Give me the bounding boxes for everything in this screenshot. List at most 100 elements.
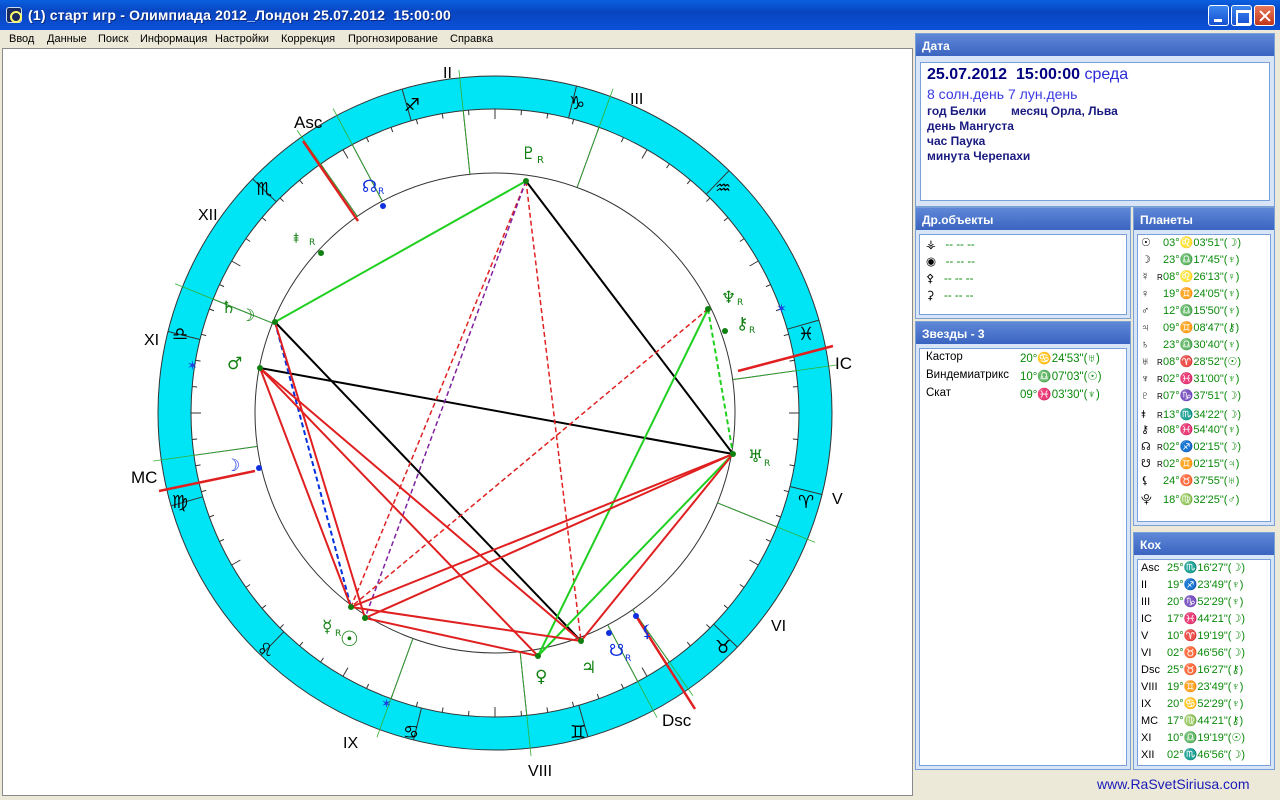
house-row: II 19°♐23'49"(♆) xyxy=(1141,578,1243,591)
house-row: III 20°♑52'29"(♆) xyxy=(1141,595,1243,608)
north-node-glyph: ☊ xyxy=(362,177,377,197)
house-position: 10°♈19'19"(☽) xyxy=(1167,630,1245,642)
planet-row: ⚷ R08°♓54'40"(♆) xyxy=(1141,423,1239,436)
house-row: Dsc 25°♉16'27"(⚷) xyxy=(1141,663,1243,676)
planet-dot xyxy=(535,653,541,659)
menu-correction[interactable]: Коррекция xyxy=(281,33,335,45)
retro-mark: R xyxy=(309,238,315,248)
sign-scorpio: ♏ xyxy=(256,179,272,200)
house-label: IC xyxy=(1141,613,1152,625)
maximize-button[interactable] xyxy=(1231,5,1252,26)
sign-gemini: ♊ xyxy=(570,722,586,743)
stars-header: Звезды - 3 xyxy=(916,322,1130,344)
sign-leo: ♌ xyxy=(257,640,273,661)
planet-symbol: ☊ xyxy=(1141,441,1151,453)
planet-dot xyxy=(523,178,529,184)
planet-position: 23°♎17'45"(♆) xyxy=(1163,254,1240,266)
planet-position: 07°♑37'51"(☽) xyxy=(1163,390,1241,402)
planet-row: ⯓ 18°♍32'25"(♂) xyxy=(1141,491,1239,510)
natal-chart-wheel[interactable]: Asc Dsc MC IC II III V VI VIII IX XI XII… xyxy=(3,49,914,797)
asc-label: Asc xyxy=(294,113,323,132)
planet-position: 09°♊08'47"(⚷) xyxy=(1163,322,1240,334)
inner-circle xyxy=(254,172,736,654)
planet-dot xyxy=(578,638,584,644)
house-label-v: V xyxy=(832,491,843,508)
planet-row: ☋ R02°♊02'15"(♃) xyxy=(1141,457,1239,470)
menu-settings[interactable]: Настройки xyxy=(215,33,269,45)
planet-position: 08°♌26'13"(♀) xyxy=(1163,271,1240,283)
planet-symbol: ⯓ xyxy=(1141,494,1152,506)
house-row: Asc 25°♏16'27"(☽) xyxy=(1141,561,1245,574)
house-label-iii: III xyxy=(630,91,643,108)
planet-position: 02°♐02'15"(☽) xyxy=(1163,441,1241,453)
node-dot xyxy=(256,465,262,471)
sign-aries: ♈ xyxy=(798,492,814,513)
houses-list: Asc 25°♏16'27"(☽) II 19°♐23'49"(♆) III 20°♑52… xyxy=(1137,559,1271,766)
menu-search[interactable]: Поиск xyxy=(98,33,128,45)
node-dot xyxy=(606,630,612,636)
minimize-button[interactable] xyxy=(1208,5,1229,26)
star-icon: ✶ xyxy=(381,697,392,712)
planet-dot xyxy=(705,306,711,312)
house-label-ix: IX xyxy=(343,735,358,752)
star-row: Кастор xyxy=(926,351,963,363)
planet-symbol: ♅ xyxy=(1141,356,1150,368)
house-label: Asc xyxy=(1141,562,1160,574)
window-title: (1) старт игр - Олимпиада 2012_Лондон 25… xyxy=(28,7,451,23)
retro-mark: R xyxy=(625,654,631,664)
planet-dot xyxy=(272,319,278,325)
uranus-glyph: ♅ xyxy=(748,447,763,467)
website-link[interactable]: www.RaSvetSiriusa.com xyxy=(1097,776,1250,792)
house-row: V 10°♈19'19"(☽) xyxy=(1141,629,1245,642)
house-label-viii: VIII xyxy=(528,763,552,780)
house-row: XI 10°♎19'19"(☉) xyxy=(1141,731,1245,744)
planet-dot xyxy=(318,250,324,256)
day-text: день Мангуста xyxy=(927,119,1014,133)
menu-data[interactable]: Данные xyxy=(47,33,87,45)
object-row: ⚳ -- -- -- xyxy=(926,290,974,302)
planet-position: 08°♈28'52"(☉) xyxy=(1163,356,1241,368)
house-position: 20°♑52'29"(♆) xyxy=(1167,596,1244,608)
planet-symbol: ♀ xyxy=(1141,288,1150,300)
sign-virgo: ♍ xyxy=(172,492,188,513)
planet-position: 18°♍32'25"(♂) xyxy=(1163,494,1240,506)
planet-row: ☿ R08°♌26'13"(♀) xyxy=(1141,270,1239,283)
menu-help[interactable]: Справка xyxy=(450,33,493,45)
house-position: 25°♏16'27"(☽) xyxy=(1167,562,1245,574)
planet-position: 02°♊02'15"(♃) xyxy=(1163,458,1240,470)
planet-symbol: ⚷ xyxy=(1141,424,1150,436)
natal-chart-area[interactable]: Asc Dsc MC IC II III V VI VIII IX XI XII… xyxy=(2,48,913,796)
menu-forecast[interactable]: Прогнозирование xyxy=(348,33,438,45)
object-row: ⚴ -- -- -- xyxy=(926,273,974,285)
planet-symbol: ♂ xyxy=(1141,305,1150,317)
month-text: месяц Орла, Льва xyxy=(1011,104,1118,118)
object-row: ⚶ -- -- -- xyxy=(926,239,975,251)
neptune-glyph: ♆ xyxy=(721,288,736,308)
planet-row: ♅ R08°♈28'52"(☉) xyxy=(1141,355,1241,368)
house-position: 02°♏46'56"(☽) xyxy=(1167,749,1245,761)
star-value: 09°♓03'30"(♆) xyxy=(1020,389,1100,401)
house-row: IC 17°♓44'21"(☽) xyxy=(1141,612,1245,625)
house-position: 19°♐23'49"(♆) xyxy=(1167,579,1244,591)
house-label-xi: XI xyxy=(144,332,159,349)
houses-header: Кох xyxy=(1134,533,1274,555)
house-position: 02°♉46'56"(☽) xyxy=(1167,647,1245,659)
planet-row: ⚸ 24°♉37'55"(♅) xyxy=(1141,474,1239,487)
planet-row: ☊ R02°♐02'15"(☽) xyxy=(1141,440,1241,453)
stars-panel: Звезды - 3 Кастор 20°♋24'53"(♅) Виндемиа… xyxy=(915,321,1131,770)
menu-info[interactable]: Информация xyxy=(140,33,207,45)
sign-sagittarius: ♐ xyxy=(404,95,420,116)
planets-list: ☉ 03°♌03'51"(☽) ☽ 23°♎17'45"(♆) ☿ R08°♌26'13"… xyxy=(1137,234,1271,522)
sign-taurus: ♉ xyxy=(715,637,731,658)
menu-input[interactable]: Ввод xyxy=(9,33,34,45)
venus-glyph: ♀ xyxy=(535,667,547,687)
house-label: VI xyxy=(1141,647,1152,659)
planet-row: ☉ 03°♌03'51"(☽) xyxy=(1141,236,1241,249)
app-icon[interactable] xyxy=(6,7,22,23)
weekday-value: среда xyxy=(1084,66,1129,83)
close-button[interactable] xyxy=(1254,5,1275,26)
planet-position: 03°♌03'51"(☽) xyxy=(1163,237,1241,249)
house-label: XI xyxy=(1141,732,1152,744)
star-icon: ✶ xyxy=(776,302,787,317)
minute-text: минута Черепахи xyxy=(927,149,1031,163)
